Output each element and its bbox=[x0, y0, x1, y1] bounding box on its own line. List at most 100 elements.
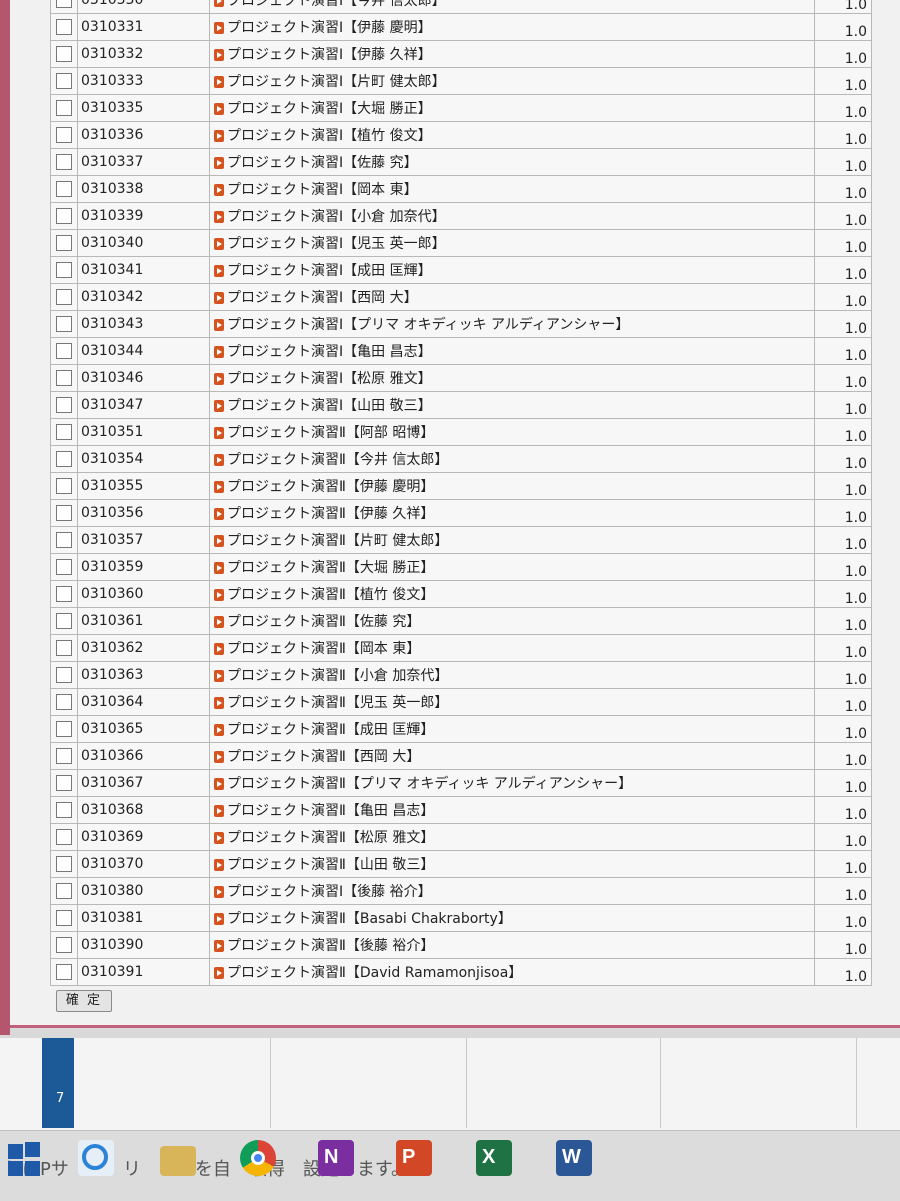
windows-start-icon[interactable] bbox=[6, 1140, 42, 1176]
syllabus-icon[interactable] bbox=[214, 22, 224, 34]
row-checkbox-cell[interactable] bbox=[50, 148, 78, 176]
syllabus-icon[interactable] bbox=[214, 940, 224, 952]
row-checkbox-cell[interactable] bbox=[50, 256, 78, 284]
row-checkbox-cell[interactable] bbox=[50, 94, 78, 122]
syllabus-icon[interactable] bbox=[214, 130, 224, 142]
row-checkbox-cell[interactable] bbox=[50, 175, 78, 203]
row-checkbox[interactable] bbox=[56, 424, 72, 440]
row-checkbox[interactable] bbox=[56, 289, 72, 305]
row-checkbox[interactable] bbox=[56, 343, 72, 359]
syllabus-icon[interactable] bbox=[214, 859, 224, 871]
row-checkbox-cell[interactable] bbox=[50, 742, 78, 770]
syllabus-icon[interactable] bbox=[214, 454, 224, 466]
chrome-icon[interactable] bbox=[240, 1140, 276, 1176]
row-checkbox[interactable] bbox=[56, 667, 72, 683]
row-checkbox-cell[interactable] bbox=[50, 364, 78, 392]
row-checkbox-cell[interactable] bbox=[50, 553, 78, 581]
syllabus-icon[interactable] bbox=[214, 778, 224, 790]
syllabus-icon[interactable] bbox=[214, 400, 224, 412]
syllabus-icon[interactable] bbox=[214, 346, 224, 358]
syllabus-icon[interactable] bbox=[214, 832, 224, 844]
syllabus-icon[interactable] bbox=[214, 589, 224, 601]
row-checkbox-cell[interactable] bbox=[50, 796, 78, 824]
syllabus-icon[interactable] bbox=[214, 427, 224, 439]
row-checkbox[interactable] bbox=[56, 127, 72, 143]
syllabus-icon[interactable] bbox=[214, 643, 224, 655]
syllabus-icon[interactable] bbox=[214, 76, 224, 88]
syllabus-icon[interactable] bbox=[214, 508, 224, 520]
syllabus-icon[interactable] bbox=[214, 724, 224, 736]
row-checkbox-cell[interactable] bbox=[50, 931, 78, 959]
syllabus-icon[interactable] bbox=[214, 481, 224, 493]
row-checkbox[interactable] bbox=[56, 154, 72, 170]
row-checkbox[interactable] bbox=[56, 964, 72, 980]
row-checkbox-cell[interactable] bbox=[50, 526, 78, 554]
row-checkbox[interactable] bbox=[56, 748, 72, 764]
row-checkbox-cell[interactable] bbox=[50, 607, 78, 635]
row-checkbox-cell[interactable] bbox=[50, 472, 78, 500]
row-checkbox-cell[interactable] bbox=[50, 715, 78, 743]
row-checkbox[interactable] bbox=[56, 478, 72, 494]
row-checkbox-cell[interactable] bbox=[50, 40, 78, 68]
row-checkbox[interactable] bbox=[56, 613, 72, 629]
powerpoint-icon[interactable]: P bbox=[396, 1140, 432, 1176]
syllabus-icon[interactable] bbox=[214, 211, 224, 223]
syllabus-icon[interactable] bbox=[214, 616, 224, 628]
syllabus-icon[interactable] bbox=[214, 805, 224, 817]
row-checkbox[interactable] bbox=[56, 532, 72, 548]
row-checkbox-cell[interactable] bbox=[50, 418, 78, 446]
row-checkbox[interactable] bbox=[56, 586, 72, 602]
syllabus-icon[interactable] bbox=[214, 238, 224, 250]
row-checkbox[interactable] bbox=[56, 721, 72, 737]
syllabus-icon[interactable] bbox=[214, 670, 224, 682]
row-checkbox-cell[interactable] bbox=[50, 283, 78, 311]
row-checkbox-cell[interactable] bbox=[50, 688, 78, 716]
internet-explorer-icon[interactable] bbox=[78, 1140, 114, 1176]
row-checkbox-cell[interactable] bbox=[50, 850, 78, 878]
calendar-highlighted-cell[interactable]: 7 bbox=[42, 1038, 74, 1128]
row-checkbox[interactable] bbox=[56, 397, 72, 413]
row-checkbox-cell[interactable] bbox=[50, 121, 78, 149]
row-checkbox[interactable] bbox=[56, 505, 72, 521]
syllabus-icon[interactable] bbox=[214, 967, 224, 979]
row-checkbox[interactable] bbox=[56, 694, 72, 710]
syllabus-icon[interactable] bbox=[214, 373, 224, 385]
row-checkbox-cell[interactable] bbox=[50, 13, 78, 41]
syllabus-icon[interactable] bbox=[214, 292, 224, 304]
syllabus-icon[interactable] bbox=[214, 184, 224, 196]
syllabus-icon[interactable] bbox=[214, 562, 224, 574]
row-checkbox[interactable] bbox=[56, 640, 72, 656]
row-checkbox-cell[interactable] bbox=[50, 0, 78, 14]
row-checkbox-cell[interactable] bbox=[50, 202, 78, 230]
row-checkbox[interactable] bbox=[56, 235, 72, 251]
row-checkbox-cell[interactable] bbox=[50, 445, 78, 473]
row-checkbox[interactable] bbox=[56, 46, 72, 62]
row-checkbox[interactable] bbox=[56, 856, 72, 872]
row-checkbox[interactable] bbox=[56, 559, 72, 575]
row-checkbox-cell[interactable] bbox=[50, 580, 78, 608]
syllabus-icon[interactable] bbox=[214, 265, 224, 277]
row-checkbox[interactable] bbox=[56, 829, 72, 845]
row-checkbox[interactable] bbox=[56, 0, 72, 8]
row-checkbox-cell[interactable] bbox=[50, 877, 78, 905]
row-checkbox[interactable] bbox=[56, 370, 72, 386]
onenote-icon[interactable]: N bbox=[318, 1140, 354, 1176]
syllabus-icon[interactable] bbox=[214, 157, 224, 169]
syllabus-icon[interactable] bbox=[214, 319, 224, 331]
row-checkbox-cell[interactable] bbox=[50, 229, 78, 257]
row-checkbox[interactable] bbox=[56, 775, 72, 791]
syllabus-icon[interactable] bbox=[214, 103, 224, 115]
word-icon[interactable]: W bbox=[556, 1140, 592, 1176]
row-checkbox-cell[interactable] bbox=[50, 823, 78, 851]
row-checkbox[interactable] bbox=[56, 262, 72, 278]
row-checkbox[interactable] bbox=[56, 73, 72, 89]
row-checkbox[interactable] bbox=[56, 883, 72, 899]
row-checkbox-cell[interactable] bbox=[50, 904, 78, 932]
row-checkbox[interactable] bbox=[56, 208, 72, 224]
row-checkbox[interactable] bbox=[56, 910, 72, 926]
row-checkbox[interactable] bbox=[56, 451, 72, 467]
row-checkbox[interactable] bbox=[56, 19, 72, 35]
row-checkbox-cell[interactable] bbox=[50, 499, 78, 527]
row-checkbox-cell[interactable] bbox=[50, 661, 78, 689]
syllabus-icon[interactable] bbox=[214, 751, 224, 763]
